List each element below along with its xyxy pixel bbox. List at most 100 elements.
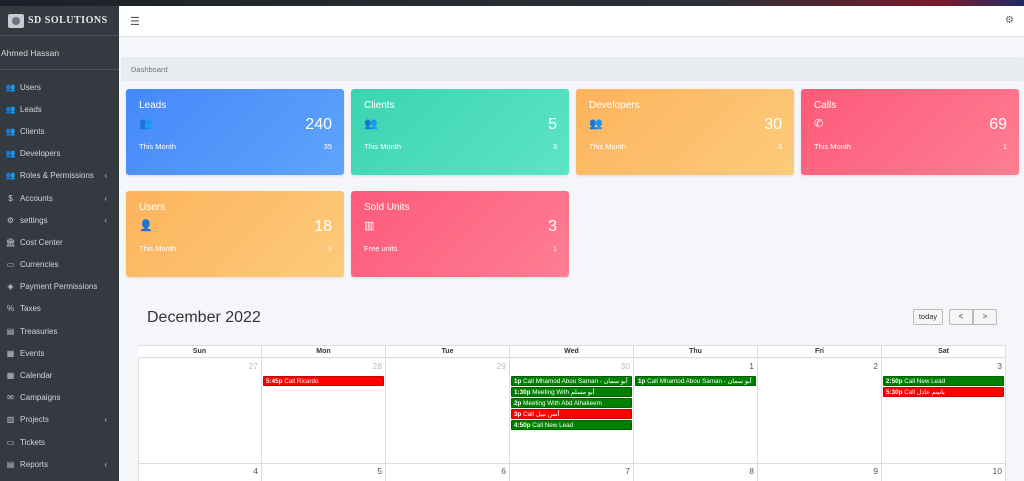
- calendar-day[interactable]: 4: [138, 464, 262, 481]
- sidebar-item-calendar[interactable]: ▦ Calendar: [0, 364, 119, 386]
- calendar-icon: ▦: [6, 348, 15, 358]
- calendar-day[interactable]: 8: [634, 464, 758, 481]
- prev-month-button[interactable]: <: [949, 309, 973, 325]
- sidebar-item-taxes[interactable]: % Taxes: [0, 298, 119, 320]
- calendar-day[interactable]: 2: [758, 359, 882, 464]
- sidebar-item-reports[interactable]: ▤ Reports ‹: [0, 453, 119, 475]
- next-month-button[interactable]: >: [973, 309, 997, 325]
- calendar-day[interactable]: 9: [758, 464, 882, 481]
- calendar-event[interactable]: 1p Call Mhamod Abou Saman - أبو سمان: [511, 376, 632, 386]
- day-number[interactable]: 8: [749, 466, 754, 476]
- day-number[interactable]: 29: [497, 361, 506, 371]
- stat-card-sold-units[interactable]: Sold Units ▥ 3 Free units 1: [351, 191, 569, 277]
- card-title: Calls: [814, 100, 837, 111]
- sidebar-item-events[interactable]: ▦ Events: [0, 342, 119, 364]
- day-number[interactable]: 30: [621, 361, 630, 371]
- calendar-day[interactable]: 29: [386, 359, 510, 464]
- calendar-event[interactable]: 4:50p Call New Lead: [511, 420, 632, 430]
- sidebar-item-currencies[interactable]: ▭ Currencies: [0, 254, 119, 276]
- stat-card-developers[interactable]: Developers 👥 30 This Month 3: [576, 89, 794, 175]
- calendar-day[interactable]: 3 2:50p Call New Lead 5:30p Call باسم عادل: [882, 359, 1006, 464]
- calendar-event[interactable]: 2:50p Call New Lead: [883, 376, 1004, 386]
- event-time: 2:50p: [886, 378, 903, 385]
- sidebar-item-developers[interactable]: 👥 Developers: [0, 143, 119, 165]
- users-icon: 👥: [589, 118, 603, 130]
- sidebar-item-payment-permissions[interactable]: ◈ Payment Permissions: [0, 276, 119, 298]
- stat-card-users[interactable]: Users 👤 18 This Month 3: [126, 191, 344, 277]
- sidebar-item-tickets[interactable]: ▭ Tickets: [0, 431, 119, 453]
- sidebar-item-projects[interactable]: ▥ Projects ‹: [0, 409, 119, 431]
- day-number[interactable]: 10: [993, 466, 1002, 476]
- calendar-event[interactable]: 3p Call أنس نبيل: [511, 409, 632, 419]
- day-number[interactable]: 5: [377, 466, 382, 476]
- chevron-left-icon: ‹: [104, 215, 107, 225]
- sidebar-item-label: Projects: [20, 415, 49, 425]
- user-panel[interactable]: Ahmed Hassan: [0, 36, 119, 70]
- calendar-day[interactable]: 27: [138, 359, 262, 464]
- settings-gear-icon[interactable]: ⚙: [1005, 15, 1014, 26]
- sidebar-item-label: Payment Permissions: [20, 282, 98, 292]
- sidebar-item-treasuries[interactable]: ▤ Treasuries: [0, 320, 119, 342]
- day-number[interactable]: 28: [373, 361, 382, 371]
- sidebar-item-cost-center[interactable]: 🏛 Cost Center: [0, 231, 119, 253]
- users-icon: 👥: [5, 104, 16, 114]
- stat-card-clients[interactable]: Clients 👥 5 This Month 3: [351, 89, 569, 175]
- today-button[interactable]: today: [913, 309, 943, 325]
- event-title: Call باسم عادل: [904, 389, 945, 396]
- sidebar-item-users[interactable]: 👥 Users: [0, 76, 119, 98]
- stat-card-leads[interactable]: Leads 👥 240 This Month 35: [126, 89, 344, 175]
- calendar-day[interactable]: 6: [386, 464, 510, 481]
- event-title: Meeting With Abd Alhakeem: [523, 400, 602, 407]
- brand[interactable]: SD SOLUTIONS: [0, 6, 119, 36]
- stat-card-calls[interactable]: Calls ✆ 69 This Month 1: [801, 89, 1019, 175]
- day-number[interactable]: 1: [749, 361, 754, 371]
- calendar-title: December 2022: [147, 309, 261, 326]
- calendar-day[interactable]: 5: [262, 464, 386, 481]
- event-time: 1p: [638, 378, 646, 385]
- phone-icon: ✆: [814, 118, 824, 130]
- sidebar-item-leads[interactable]: 👥 Leads: [0, 98, 119, 120]
- calendar-day[interactable]: 10: [882, 464, 1006, 481]
- sidebar-item-campaigns[interactable]: ✉ Campaigns: [0, 387, 119, 409]
- chevron-left-icon: ‹: [104, 171, 107, 181]
- calendar-event[interactable]: 5:30p Call باسم عادل: [883, 387, 1004, 397]
- day-number[interactable]: 27: [249, 361, 258, 371]
- bank-icon: 🏛: [5, 237, 16, 247]
- calendar-event[interactable]: 5:45p Call Ricardo: [263, 376, 384, 386]
- day-number[interactable]: 4: [253, 466, 258, 476]
- calendar-event[interactable]: 2p Meeting With Abd Alhakeem: [511, 398, 632, 408]
- day-number[interactable]: 7: [625, 466, 630, 476]
- event-title: Meeting With أبو مسلم: [532, 389, 595, 396]
- users-icon: 👥: [139, 118, 153, 130]
- sidebar-item-accounts[interactable]: $ Accounts ‹: [0, 187, 119, 209]
- users-icon: 👥: [5, 126, 16, 136]
- day-number[interactable]: 9: [873, 466, 878, 476]
- card-sub-value: 3: [327, 244, 332, 253]
- calendar-day[interactable]: 28 5:45p Call Ricardo: [262, 359, 386, 464]
- sidebar-item-settings[interactable]: ⚙ settings ‹: [0, 209, 119, 231]
- day-number[interactable]: 3: [997, 361, 1002, 371]
- sidebar-item-label: Accounts: [20, 193, 53, 203]
- card-title: Developers: [589, 100, 640, 111]
- calendar-event[interactable]: 1p Call Mhamod Abou Saman - أبو سمان: [635, 376, 756, 386]
- menu-toggle-icon[interactable]: ☰: [130, 15, 140, 28]
- card-value: 3: [548, 218, 557, 235]
- sidebar-item-label: settings: [20, 215, 48, 225]
- sidebar-item-label: Campaigns: [20, 393, 61, 403]
- chevron-left-icon: ‹: [104, 193, 107, 203]
- calendar-day[interactable]: 7: [510, 464, 634, 481]
- calendar-event[interactable]: 1:30p Meeting With أبو مسلم: [511, 387, 632, 397]
- calendar-week: 4 5 6 7 8 9 10: [138, 464, 1006, 481]
- main-header: ☰ ⚙: [119, 6, 1024, 37]
- sidebar-item-clients[interactable]: 👥 Clients: [0, 120, 119, 142]
- calendar-grid: Sun Mon Tue Wed Thu Fri Sat 27 28 5:45p Call Ric…: [138, 345, 1006, 481]
- card-value: 30: [764, 116, 782, 133]
- calendar-day[interactable]: 1 1p Call Mhamod Abou Saman - أبو سمان: [634, 359, 758, 464]
- day-number[interactable]: 2: [873, 361, 878, 371]
- chevron-left-icon: ‹: [104, 415, 107, 425]
- calendar-day[interactable]: 30 1p Call Mhamod Abou Saman - أبو سمان 1:…: [510, 359, 634, 464]
- user-name[interactable]: Ahmed Hassan: [1, 48, 59, 58]
- card-sub-label: This Month: [814, 142, 852, 151]
- day-number[interactable]: 6: [501, 466, 506, 476]
- sidebar-item-roles-permissions[interactable]: 👥 Roles & Permissions ‹: [0, 165, 119, 187]
